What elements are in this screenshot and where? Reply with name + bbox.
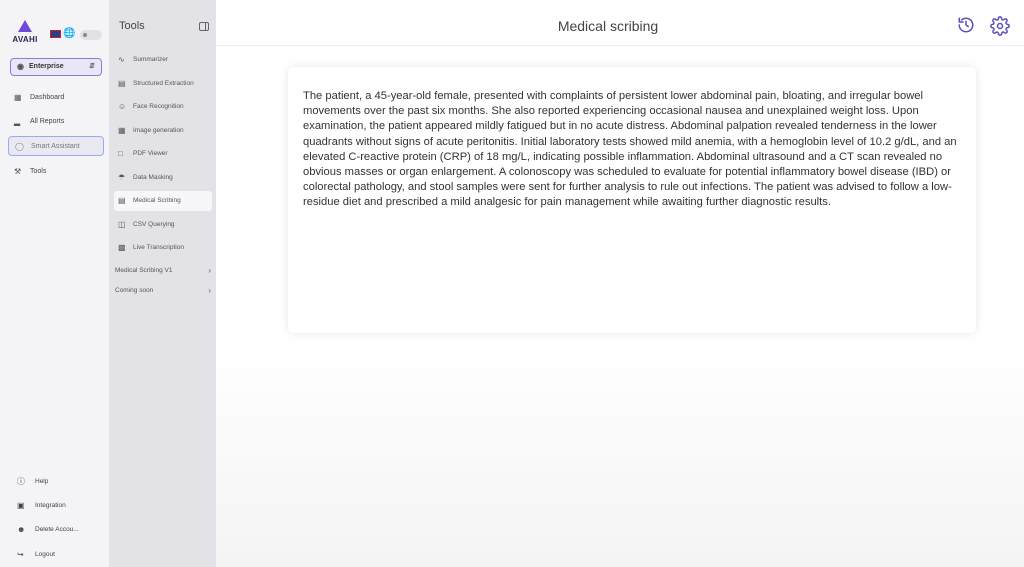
nav-item-label: Logout — [35, 551, 55, 558]
grid-icon: ▦ — [14, 93, 22, 102]
plan-label: Enterprise — [29, 63, 64, 70]
tool-group-medical-scribing-v1[interactable]: Medical Scribing V1 › — [115, 263, 215, 279]
tool-group-label: Medical Scribing V1 — [115, 267, 173, 274]
chevron-updown-icon: ⇵ — [89, 63, 95, 70]
tool-item-live-transcription[interactable]: ▩ Live Transcription — [114, 238, 212, 258]
nav-item-label: Tools — [30, 168, 47, 175]
logout-icon: ↪ — [17, 550, 24, 559]
brand-logo[interactable]: AVAHI — [10, 20, 40, 44]
tool-item-label: PDF Viewer — [133, 150, 168, 157]
logo-icon — [18, 20, 32, 32]
gear-icon[interactable] — [990, 16, 1010, 36]
tool-item-label: CSV Querying — [133, 221, 175, 228]
tool-item-pdf-viewer[interactable]: □ PDF Viewer — [114, 144, 212, 164]
tool-item-csv-querying[interactable]: ◫ CSV Querying — [114, 215, 212, 235]
tool-item-label: Medical Scribing — [133, 197, 181, 204]
tool-item-structured-extraction[interactable]: ▤ Structured Extraction — [114, 74, 212, 94]
main-content: Medical scribing The patient, a 45-year-… — [216, 0, 1024, 567]
tool-item-label: Structured Extraction — [133, 80, 194, 87]
tool-group-coming-soon[interactable]: Coming soon › — [115, 283, 215, 299]
globe-icon[interactable]: 🌐 — [63, 28, 75, 39]
nav-item-help[interactable]: ⓘ Help — [13, 474, 105, 490]
nav-item-label: All Reports — [30, 118, 65, 125]
plan-select[interactable]: ◉ Enterprise ⇵ — [10, 58, 102, 76]
brand-name: AVAHI — [12, 35, 38, 44]
nav-item-label: Delete Accou... — [35, 526, 79, 533]
nav-item-integration[interactable]: ▣ Integration — [13, 498, 105, 514]
transcription-icon: ▩ — [118, 243, 126, 252]
tool-item-label: Summarizer — [133, 56, 169, 63]
theme-toggle[interactable] — [80, 30, 102, 40]
nav-item-all-reports[interactable]: ▂ All Reports — [8, 112, 104, 132]
nav-item-delete-account[interactable]: ☻ Delete Accou... — [13, 522, 105, 538]
nav-item-tools[interactable]: ⚒ Tools — [8, 162, 104, 182]
tools-panel: Tools ∿ Summarizer ▤ Structured Extracti… — [110, 0, 216, 567]
tools-title: Tools — [119, 20, 145, 32]
language-flag-icon[interactable] — [50, 30, 61, 38]
left-nav: AVAHI 🌐 ◉ Enterprise ⇵ ▦ Dashboard ▂ All… — [0, 0, 110, 567]
nav-item-logout[interactable]: ↪ Logout — [13, 547, 105, 563]
wrench-icon: ⚒ — [14, 167, 22, 176]
transcript-text[interactable]: The patient, a 45-year-old female, prese… — [303, 89, 960, 211]
chevron-right-icon: › — [208, 286, 211, 295]
page-title: Medical scribing — [557, 18, 659, 34]
transcript-card: The patient, a 45-year-old female, prese… — [288, 67, 976, 333]
tool-item-face-recognition[interactable]: ☺ Face Recognition — [114, 97, 212, 117]
tag-icon: ◉ — [17, 62, 24, 71]
delete-user-icon: ☻ — [17, 525, 26, 534]
nav-item-dashboard[interactable]: ▦ Dashboard — [8, 88, 104, 108]
face-icon: ☺ — [118, 102, 127, 111]
nav-item-label: Help — [35, 478, 49, 485]
nav-item-label: Smart Assistant — [31, 143, 80, 150]
history-icon[interactable] — [957, 16, 975, 34]
tool-item-label: Live Transcription — [133, 244, 184, 251]
bar-chart-icon: ▂ — [14, 117, 21, 126]
medical-document-icon: ▤ — [118, 196, 126, 205]
tool-group-label: Coming soon — [115, 287, 154, 294]
shield-icon: ☂ — [118, 173, 126, 182]
help-icon: ⓘ — [17, 477, 25, 486]
tool-item-label: Image generation — [133, 127, 184, 134]
integration-icon: ▣ — [17, 501, 25, 510]
pdf-icon: □ — [118, 149, 123, 158]
tool-item-label: Face Recognition — [133, 103, 184, 110]
tool-item-image-generation[interactable]: ▦ Image generation — [114, 121, 212, 141]
chevron-right-icon: › — [208, 266, 211, 275]
collapse-panel-icon[interactable] — [199, 22, 209, 31]
document-icon: ▤ — [118, 79, 126, 88]
pulse-icon: ∿ — [118, 55, 125, 64]
image-icon: ▦ — [118, 126, 126, 135]
nav-item-smart-assistant[interactable]: ◯ Smart Assistant — [8, 136, 104, 156]
tool-item-data-masking[interactable]: ☂ Data Masking — [114, 168, 212, 188]
nav-item-label: Dashboard — [30, 94, 65, 101]
tool-item-label: Data Masking — [133, 174, 173, 181]
chat-bubble-icon: ◯ — [15, 142, 24, 151]
tool-item-summarizer[interactable]: ∿ Summarizer — [114, 50, 212, 70]
main-header: Medical scribing — [216, 4, 1024, 46]
tool-item-medical-scribing[interactable]: ▤ Medical Scribing — [114, 191, 212, 211]
nav-item-label: Integration — [35, 502, 66, 509]
csv-icon: ◫ — [118, 220, 126, 229]
